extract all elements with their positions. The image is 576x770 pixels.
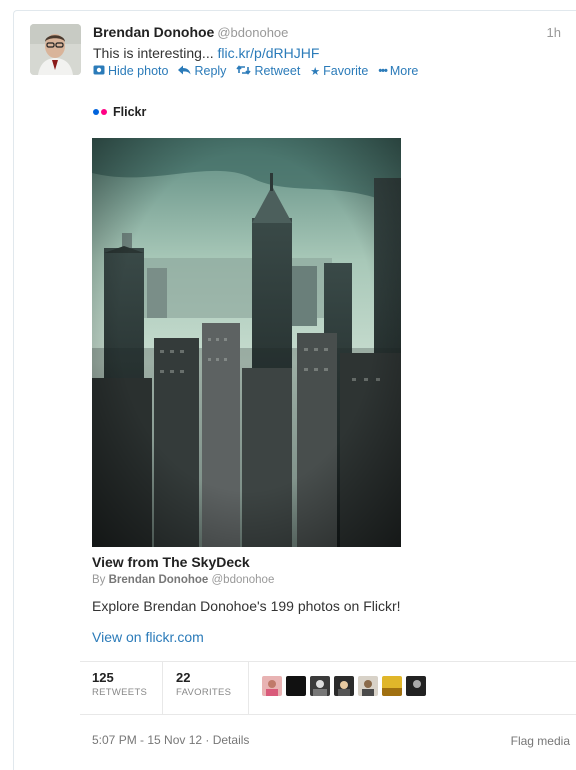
user-avatar[interactable] bbox=[382, 676, 402, 696]
tweet-timestamp-details[interactable]: 5:07 PM - 15 Nov 12 · Details bbox=[92, 733, 249, 747]
retweet-label: Retweet bbox=[254, 64, 301, 78]
favorites-label: FAVORITES bbox=[176, 687, 232, 698]
tweet-header: Brendan Donohoe @bdonohoe 1h bbox=[93, 24, 568, 42]
retweets-stat[interactable]: 125 RETWEETS bbox=[92, 670, 147, 698]
favoriters-avatars bbox=[262, 676, 426, 696]
provider-attribution[interactable]: Flickr bbox=[93, 105, 146, 119]
byline-handle[interactable]: @bdonohoe bbox=[212, 574, 275, 586]
retweet-icon bbox=[236, 64, 252, 78]
user-avatar[interactable] bbox=[334, 676, 354, 696]
card-title[interactable]: View from The SkyDeck bbox=[92, 554, 250, 570]
user-avatar[interactable] bbox=[358, 676, 378, 696]
photo-icon bbox=[93, 65, 105, 78]
user-avatar[interactable] bbox=[262, 676, 282, 696]
more-dots-icon: ••• bbox=[378, 65, 388, 77]
reply-label: Reply bbox=[194, 64, 227, 78]
tweet-time[interactable]: 1h bbox=[547, 25, 561, 40]
card-description: Explore Brendan Donohoe's 199 photos on … bbox=[92, 598, 401, 614]
more-label: More bbox=[389, 64, 419, 78]
retweets-count: 125 bbox=[92, 670, 114, 685]
user-avatar[interactable] bbox=[406, 676, 426, 696]
reply-button[interactable]: Reply bbox=[178, 64, 226, 78]
retweet-button[interactable]: Retweet bbox=[236, 64, 300, 78]
flag-media-link[interactable]: Flag media bbox=[511, 734, 570, 748]
author-handle[interactable]: @bdonohoe bbox=[217, 25, 288, 40]
tweet-text: This is interesting... flic.kr/p/dRHJHF bbox=[93, 45, 319, 61]
byline-prefix: By bbox=[92, 574, 106, 586]
hide-photo-label: Hide photo bbox=[108, 64, 169, 78]
flickr-logo-icon bbox=[93, 109, 107, 115]
user-avatar[interactable] bbox=[310, 676, 330, 696]
byline-name[interactable]: Brendan Donohoe bbox=[109, 574, 209, 586]
author-avatar[interactable] bbox=[30, 24, 81, 75]
favorites-count: 22 bbox=[176, 670, 191, 685]
tweet-link[interactable]: flic.kr/p/dRHJHF bbox=[218, 45, 320, 61]
view-on-flickr-link[interactable]: View on flickr.com bbox=[92, 629, 204, 645]
more-button[interactable]: ••• More bbox=[378, 64, 418, 78]
stats-separator bbox=[162, 662, 163, 714]
author-name[interactable]: Brendan Donohoe bbox=[93, 24, 214, 40]
hide-photo-button[interactable]: Hide photo bbox=[93, 64, 168, 78]
favorite-label: Favorite bbox=[323, 64, 369, 78]
stats-divider-top bbox=[80, 661, 576, 662]
user-avatar[interactable] bbox=[286, 676, 306, 696]
tweet-actions: Hide photo Reply Retweet ★ Favorite ••• … bbox=[93, 64, 418, 78]
media-photo[interactable] bbox=[92, 138, 401, 547]
tweet-text-body: This is interesting... bbox=[93, 45, 218, 61]
favorites-stat[interactable]: 22 FAVORITES bbox=[176, 670, 231, 698]
retweets-label: RETWEETS bbox=[92, 687, 148, 698]
provider-name: Flickr bbox=[113, 105, 147, 119]
reply-icon bbox=[178, 65, 191, 78]
stats-separator bbox=[248, 662, 249, 714]
star-icon: ★ bbox=[310, 65, 321, 78]
card-byline: By Brendan Donohoe @bdonohoe bbox=[92, 574, 274, 586]
stats-divider-bottom bbox=[80, 714, 576, 715]
favorite-button[interactable]: ★ Favorite bbox=[310, 64, 368, 78]
